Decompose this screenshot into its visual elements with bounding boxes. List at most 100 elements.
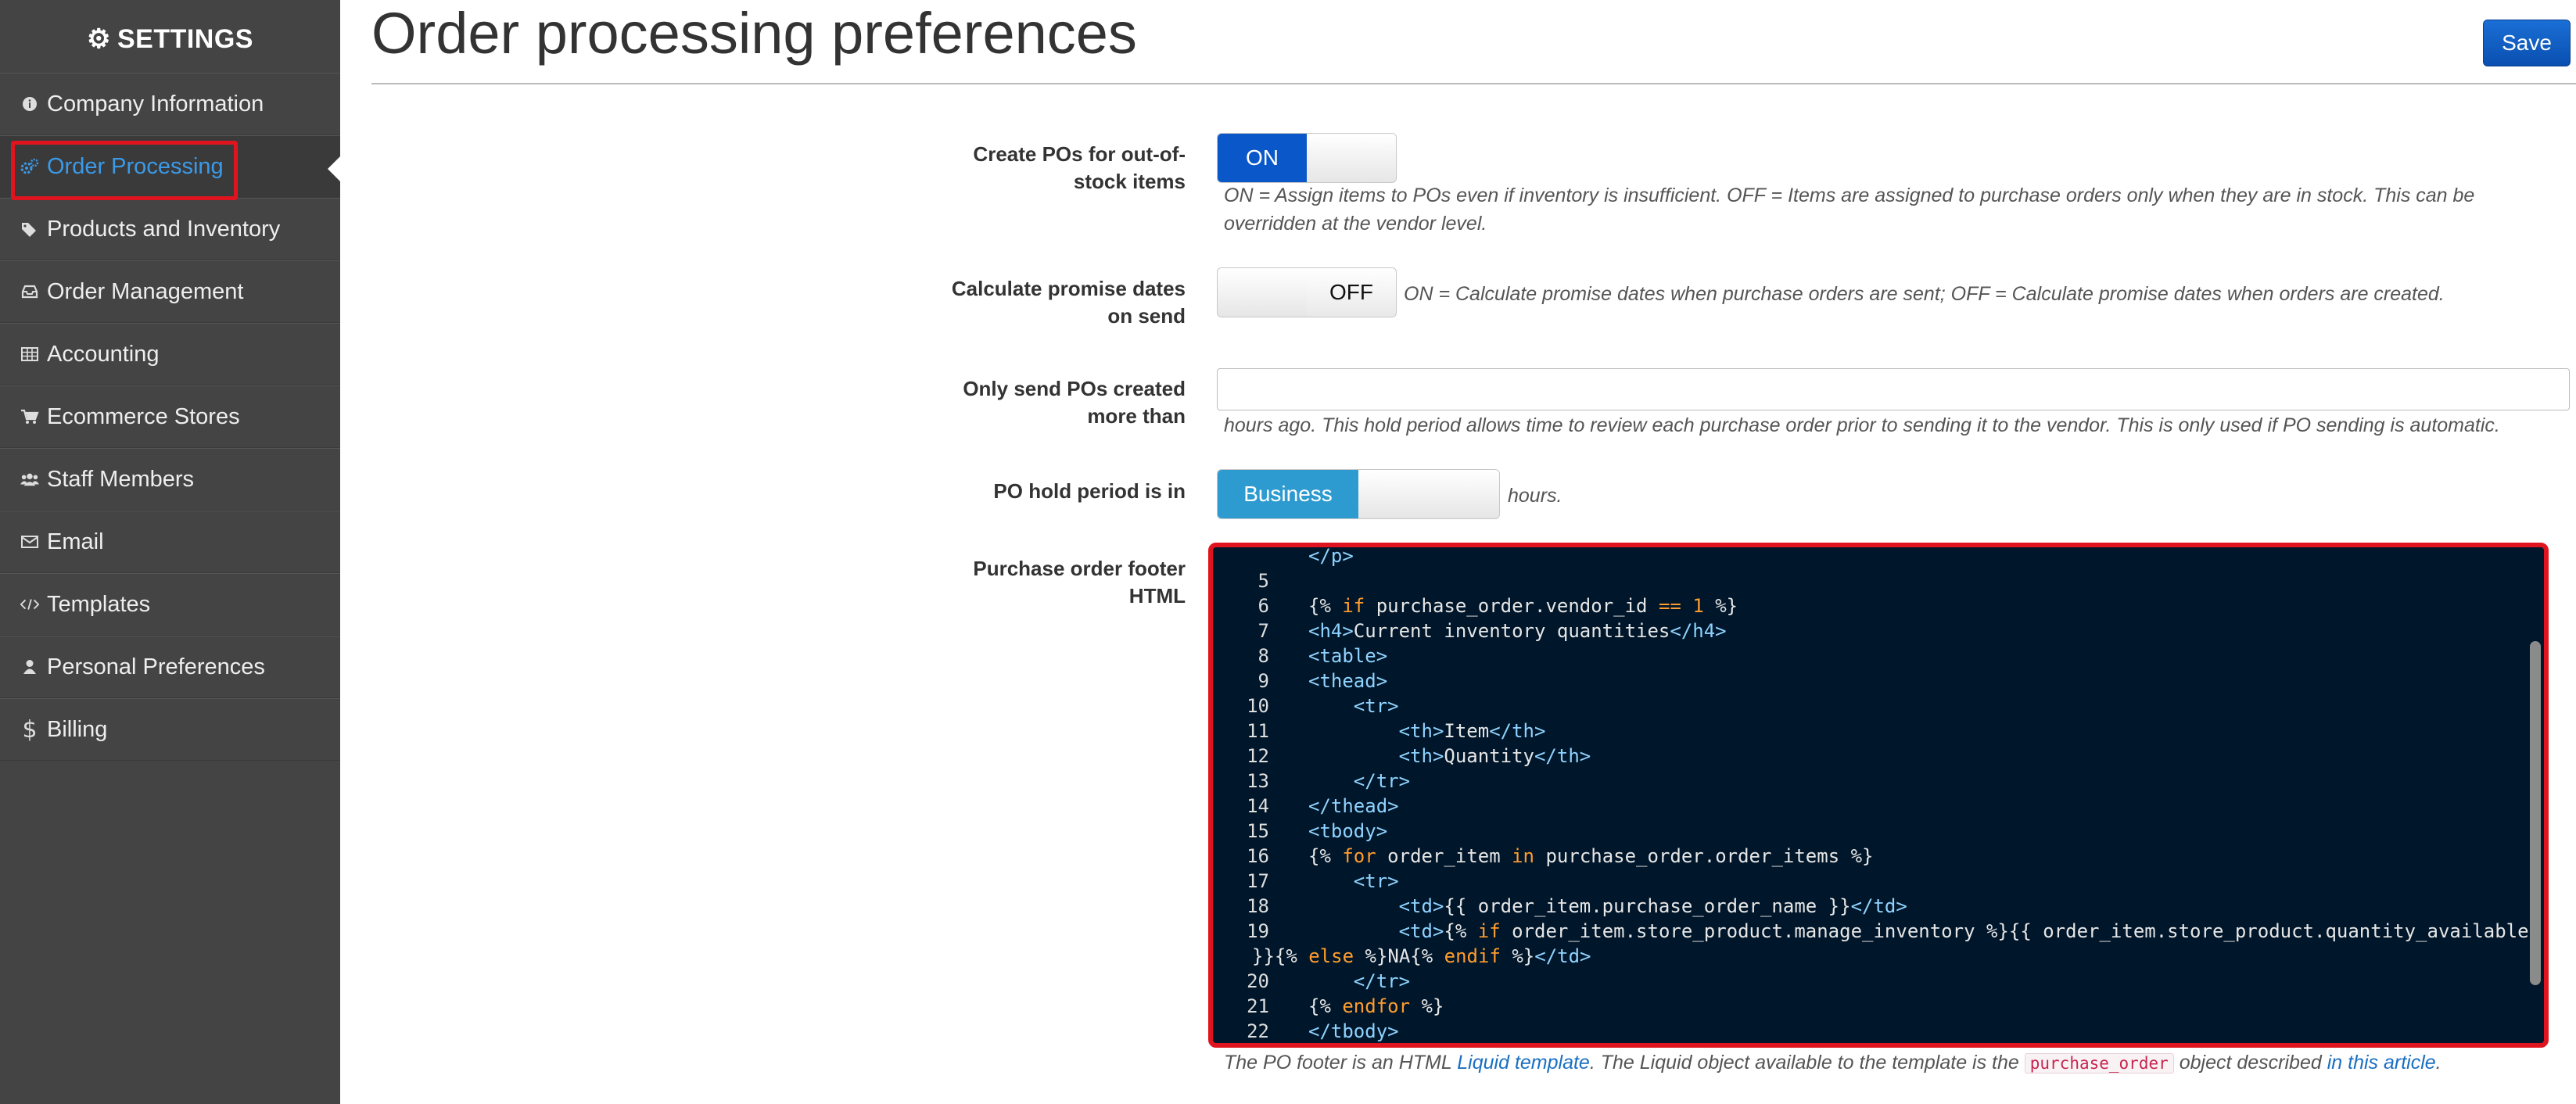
hold-units-suffix: hours. bbox=[1508, 485, 1562, 507]
code-line: 11 <th>Item</th> bbox=[1221, 719, 2524, 744]
line-text: }}{% else %}NA{% endif %}</td> bbox=[1252, 945, 1591, 967]
hold-period-help: hours ago. This hold period allows time … bbox=[1224, 414, 2500, 436]
create-pos-help-line1: ON = Assign items to POs even if invento… bbox=[1224, 185, 2475, 206]
sidebar-item-email[interactable]: Email bbox=[0, 511, 340, 573]
code-line: 10 <tr> bbox=[1221, 694, 2524, 719]
line-text: </tr> bbox=[1353, 770, 1411, 792]
sidebar-item-label: Billing bbox=[47, 716, 108, 742]
line-number: 14 bbox=[1247, 795, 1269, 817]
line-text: {% for order_item in purchase_order.orde… bbox=[1308, 845, 1874, 867]
footer-help-text: . The Liquid object available to the tem… bbox=[1589, 1052, 2025, 1074]
create-pos-label: Create POs for out-of- stock items bbox=[973, 141, 1186, 195]
code-line: 15 <tbody> bbox=[1221, 819, 2524, 844]
sidebar-item-order-management[interactable]: Order Management bbox=[0, 260, 340, 323]
sidebar-item-label: Staff Members bbox=[47, 466, 195, 492]
line-number: 19 bbox=[1247, 920, 1269, 942]
line-number: 18 bbox=[1247, 895, 1269, 917]
dollar-icon: $ bbox=[22, 715, 38, 744]
footer-html-label: Purchase order footer HTML bbox=[973, 555, 1186, 610]
toggle-handle bbox=[1218, 268, 1307, 317]
toggle-handle bbox=[1358, 470, 1499, 518]
code-line: 5 bbox=[1221, 568, 2524, 593]
sidebar-item-personal-preferences[interactable]: Personal Preferences bbox=[0, 636, 340, 698]
sidebar-item-label: Ecommerce Stores bbox=[47, 403, 240, 429]
promise-dates-label-line2: on send bbox=[1107, 304, 1186, 328]
line-text: </tr> bbox=[1353, 970, 1411, 992]
sidebar-item-templates[interactable]: Templates bbox=[0, 573, 340, 636]
tags-icon bbox=[20, 221, 39, 237]
save-button[interactable]: Save bbox=[2483, 20, 2571, 66]
code-line: 7 <h4>Current inventory quantities</h4> bbox=[1221, 618, 2524, 643]
line-number: 11 bbox=[1247, 720, 1269, 742]
footer-html-label-line2: HTML bbox=[1128, 584, 1186, 608]
code-line: 16 {% for order_item in purchase_order.or… bbox=[1221, 844, 2524, 869]
line-text: </p> bbox=[1308, 545, 1354, 567]
line-number: 13 bbox=[1247, 770, 1269, 792]
sidebar-item-ecommerce-stores[interactable]: Ecommerce Stores bbox=[0, 385, 340, 448]
line-text: <td>{{ order_item.purchase_order_name }}… bbox=[1398, 895, 1907, 917]
hold-period-label-line2: more than bbox=[1087, 404, 1186, 428]
code-line: </p> bbox=[1221, 545, 2524, 568]
line-number: 17 bbox=[1247, 870, 1269, 892]
line-text: <h4>Current inventory quantities</h4> bbox=[1308, 620, 1727, 642]
cogs-icon bbox=[20, 158, 39, 175]
sidebar-item-label: Company Information bbox=[47, 91, 264, 116]
sidebar-item-label: Personal Preferences bbox=[47, 654, 265, 679]
line-text: <th>Quantity</th> bbox=[1398, 745, 1591, 767]
liquid-template-link[interactable]: Liquid template bbox=[1457, 1052, 1590, 1074]
hold-units-toggle[interactable]: Business bbox=[1217, 469, 1500, 519]
sidebar-item-order-processing[interactable]: Order Processing bbox=[0, 135, 340, 198]
line-number: 7 bbox=[1258, 620, 1269, 642]
footer-html-label-line1: Purchase order footer bbox=[973, 557, 1186, 580]
in-this-article-link[interactable]: in this article bbox=[2327, 1052, 2436, 1074]
sidebar-item-label: Order Management bbox=[47, 278, 244, 304]
line-text: {% endfor %} bbox=[1308, 995, 1444, 1017]
code-line: 22 </tbody> bbox=[1221, 1019, 2524, 1043]
line-number: 20 bbox=[1247, 970, 1269, 992]
code-line: 14 </thead> bbox=[1221, 794, 2524, 819]
code-line: 18 <td>{{ order_item.purchase_order_name… bbox=[1221, 894, 2524, 919]
line-text: {% if purchase_order.vendor_id == 1 %} bbox=[1308, 595, 1738, 617]
code-icon bbox=[20, 597, 39, 611]
code-line: 13 </tr> bbox=[1221, 769, 2524, 794]
line-text: <tr> bbox=[1353, 695, 1399, 717]
code-line: 19 <td>{% if order_item.store_product.ma… bbox=[1221, 919, 2528, 944]
line-text: <th>Item</th> bbox=[1398, 720, 1546, 742]
line-text: <td>{% if order_item.store_product.manag… bbox=[1398, 920, 2529, 942]
code-line: 9 <thead> bbox=[1221, 668, 2524, 694]
purchase-order-code-badge: purchase_order bbox=[2024, 1053, 2174, 1074]
sidebar-item-accounting[interactable]: Accounting bbox=[0, 323, 340, 385]
sidebar-item-staff-members[interactable]: Staff Members bbox=[0, 448, 340, 511]
settings-sidebar: ⚙ SETTINGS Company Information Order Pro… bbox=[0, 0, 340, 1104]
sidebar-item-label: Products and Inventory bbox=[47, 216, 281, 242]
code-lines: </p> 5 6 {% if purchase_order.vendor_id == … bbox=[1221, 547, 2528, 1043]
line-text: <tbody> bbox=[1308, 820, 1388, 842]
title-divider bbox=[371, 83, 2576, 84]
promise-dates-toggle[interactable]: OFF bbox=[1217, 267, 1397, 317]
promise-dates-label-line1: Calculate promise dates bbox=[951, 277, 1186, 300]
envelope-icon bbox=[20, 536, 39, 548]
promise-dates-help: ON = Calculate promise dates when purcha… bbox=[1404, 283, 2445, 305]
sidebar-title-text: SETTINGS bbox=[117, 23, 253, 54]
line-number: 6 bbox=[1258, 595, 1269, 617]
cart-icon bbox=[20, 409, 39, 425]
users-icon bbox=[20, 471, 39, 487]
line-number: 12 bbox=[1247, 745, 1269, 767]
footer-html-code-editor[interactable]: </p> 5 6 {% if purchase_order.vendor_id == … bbox=[1208, 543, 2549, 1048]
hold-units-label: PO hold period is in bbox=[993, 479, 1186, 503]
toggle-off-label: OFF bbox=[1329, 280, 1373, 304]
sidebar-item-label: Templates bbox=[47, 591, 151, 617]
footer-help-text: . bbox=[2435, 1052, 2441, 1074]
create-pos-toggle[interactable]: ON bbox=[1217, 133, 1397, 183]
sidebar-item-billing[interactable]: $ Billing bbox=[0, 698, 340, 761]
sidebar-item-label: Accounting bbox=[47, 341, 160, 367]
sidebar-item-products-and-inventory[interactable]: Products and Inventory bbox=[0, 198, 340, 260]
hold-period-input[interactable] bbox=[1217, 368, 2570, 410]
line-number: 22 bbox=[1247, 1020, 1269, 1042]
info-icon bbox=[20, 96, 39, 112]
code-editor-scrollbar[interactable] bbox=[2530, 641, 2541, 985]
sidebar-item-company-information[interactable]: Company Information bbox=[0, 73, 340, 135]
page-title: Order processing preferences bbox=[371, 1, 1137, 66]
line-text: <table> bbox=[1308, 645, 1388, 667]
line-text: <thead> bbox=[1308, 670, 1388, 692]
